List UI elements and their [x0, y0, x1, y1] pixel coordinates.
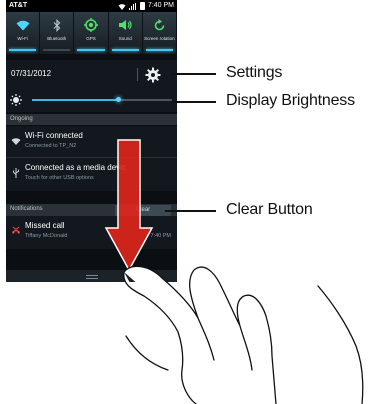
wifi-icon: [16, 20, 30, 30]
clock: 7:40 PM: [147, 2, 174, 9]
clear-leader-line: [165, 210, 216, 212]
clear-button[interactable]: Clear: [115, 205, 171, 216]
rotation-icon: [154, 18, 165, 30]
panel-handle[interactable]: [6, 270, 177, 282]
notification-subtitle: Touch for other USB options: [25, 175, 94, 181]
missed-call-icon: [12, 226, 20, 234]
toggle-label: Sound: [118, 36, 132, 41]
callout-clear-button: Clear Button: [226, 201, 313, 218]
notification-subtitle: Connected to TP_N2: [25, 143, 77, 149]
gps-icon: [84, 18, 98, 32]
brightness-row: [6, 88, 177, 112]
grip-icon: [86, 275, 98, 279]
notification-title: Wi-Fi connected: [25, 131, 83, 140]
status-icons: 7:40 PM: [118, 0, 174, 12]
quick-toggle-bar: Wi-Fi Bluetooth GPS Sound Screen rotatio…: [6, 12, 177, 54]
gear-icon[interactable]: [145, 67, 161, 83]
list-item[interactable]: Connected as a media devic Touch for oth…: [6, 158, 177, 191]
date-label: 07/31/2012: [11, 69, 52, 78]
list-item[interactable]: Missed call Tiffany McDonald 7:40 PM: [6, 216, 177, 249]
notification-subtitle: Tiffany McDonald: [25, 233, 68, 239]
brightness-leader-line: [171, 101, 216, 103]
status-bar: AT&T 7:40 PM: [6, 0, 177, 12]
toggle-label: Screen rotation: [144, 36, 175, 41]
wifi-signal-icon: [118, 3, 126, 10]
wifi-icon: [11, 138, 21, 145]
brightness-icon: [10, 94, 22, 106]
brightness-slider-fill: [32, 99, 119, 101]
bluetooth-icon: [53, 18, 61, 32]
brightness-slider[interactable]: [32, 97, 172, 102]
settings-leader-line: [171, 73, 216, 75]
hand-illustration: [123, 265, 277, 404]
cell-signal-icon: [128, 2, 137, 10]
hand-illustration-lower: [125, 285, 364, 404]
toggle-gps[interactable]: GPS: [74, 12, 109, 54]
toggle-screen-rotation[interactable]: Screen rotation: [143, 12, 177, 54]
section-header-ongoing: Ongoing: [6, 114, 177, 125]
sound-icon: [119, 20, 132, 30]
phone-screen: AT&T 7:40 PM Wi-Fi Bluetooth GPS Sound S…: [6, 0, 177, 282]
carrier-label: AT&T: [9, 2, 28, 9]
toggle-bluetooth[interactable]: Bluetooth: [40, 12, 75, 54]
toggle-label: Bluetooth: [47, 36, 67, 41]
date-row: 07/31/2012: [6, 60, 177, 88]
usb-icon: [13, 168, 19, 178]
divider: [137, 68, 138, 81]
toggle-label: GPS: [86, 36, 96, 41]
battery-icon: [139, 2, 145, 10]
notification-time: 7:40 PM: [150, 233, 171, 239]
callout-settings: Settings: [226, 64, 283, 81]
list-item[interactable]: Wi-Fi connected Connected to TP_N2: [6, 126, 177, 158]
notification-title: Connected as a media devic: [25, 163, 126, 172]
brightness-slider-knob[interactable]: [116, 97, 122, 102]
toggle-sound[interactable]: Sound: [109, 12, 143, 54]
notification-title: Missed call: [25, 221, 65, 230]
toggle-label: Wi-Fi: [17, 36, 28, 41]
callout-display-brightness: Display Brightness: [226, 92, 355, 109]
toggle-wifi[interactable]: Wi-Fi: [6, 12, 41, 54]
